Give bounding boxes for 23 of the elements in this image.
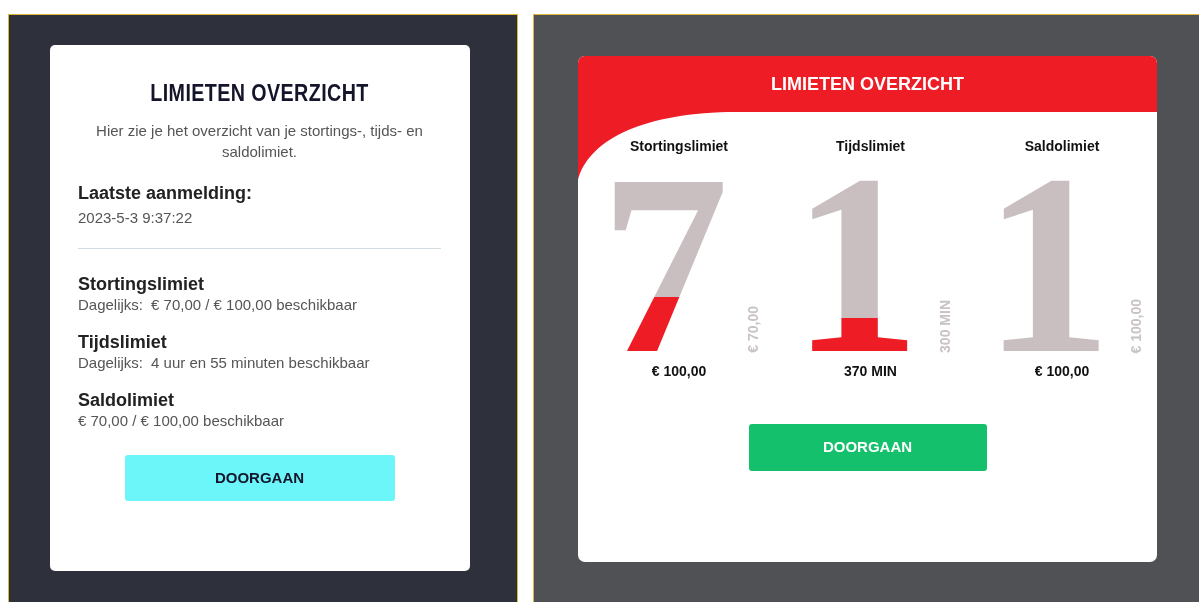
- limit-period: Dagelijks:: [78, 294, 144, 315]
- continue-button[interactable]: DOORGAAN: [124, 454, 395, 501]
- limit-side-label: € 100,00: [1127, 298, 1145, 353]
- last-login-value: 2023-5-3 9:37:22: [78, 207, 194, 228]
- overview-title: LIMIETEN OVERZICHT: [149, 79, 370, 108]
- limit-name: Saldolimiet: [1024, 137, 1100, 156]
- last-login-label: Laatste aanmelding:: [78, 181, 254, 204]
- limit-value: € 70,00 / € 100,00 beschikbaar: [78, 410, 284, 431]
- limit-name: Tijdslimiet: [836, 137, 905, 156]
- limit-side-label: 300 MIN: [935, 300, 954, 353]
- overview-title: LIMIETEN OVERZICHT: [771, 72, 964, 96]
- limit-side-label: € 70,00: [744, 306, 762, 353]
- limit-value: € 70,00 / € 100,00 beschikbaar: [151, 294, 358, 315]
- limit-value: 4 uur en 55 minuten beschikbaar: [151, 352, 370, 373]
- limit-name: Saldolimiet: [78, 388, 176, 411]
- limit-name: Stortingslimiet: [78, 272, 205, 295]
- intro-text: Hier zie je het overzicht van je stortings-, tijds- en saldolimiet.: [95, 120, 424, 162]
- limit-period: Dagelijks:: [78, 352, 144, 373]
- limit-name: Tijdslimiet: [78, 330, 168, 353]
- limit-name: Stortingslimiet: [630, 137, 728, 156]
- limit-amount: € 100,00: [651, 362, 707, 381]
- limit-amount: 370 MIN: [844, 362, 897, 381]
- limit-amount: € 100,00: [1034, 362, 1090, 381]
